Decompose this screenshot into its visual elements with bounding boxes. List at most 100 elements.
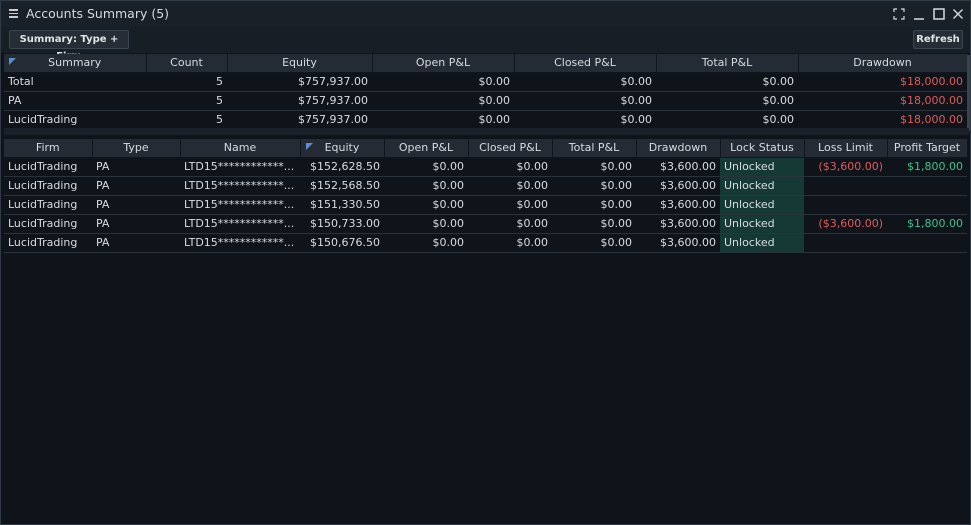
account-firm: LucidTrading bbox=[4, 233, 92, 253]
account-equity: $152,568.50 bbox=[300, 176, 384, 196]
summary-scrollbar[interactable] bbox=[967, 55, 970, 131]
summary-equity: $757,937.00 bbox=[227, 110, 372, 130]
summary-header-row: Summary Count Equity Open P&L Closed P&L… bbox=[4, 54, 968, 73]
account-lock-status: Unlocked bbox=[720, 214, 804, 234]
summary-count: 5 bbox=[146, 91, 227, 111]
account-drawdown: $3,600.00 bbox=[636, 176, 720, 196]
summary-drawdown: $18,000.00 bbox=[798, 91, 967, 111]
summary-name: PA bbox=[4, 91, 146, 111]
account-name: LTD15************... bbox=[180, 157, 300, 177]
account-total-pnl: $0.00 bbox=[552, 195, 636, 215]
close-icon[interactable] bbox=[950, 6, 966, 22]
toolbar: Summary: Type + Firm Refresh bbox=[1, 27, 970, 62]
account-drawdown: $3,600.00 bbox=[636, 157, 720, 177]
account-type: PA bbox=[92, 214, 180, 234]
account-lock-status: Unlocked bbox=[720, 233, 804, 253]
account-total-pnl: $0.00 bbox=[552, 214, 636, 234]
account-type: PA bbox=[92, 176, 180, 196]
accounts-col-closed-pnl[interactable]: Closed P&L bbox=[468, 139, 553, 158]
accounts-col-firm[interactable]: Firm bbox=[4, 139, 93, 158]
summary-name: Total bbox=[4, 72, 146, 92]
summary-col-closed-pnl[interactable]: Closed P&L bbox=[514, 54, 657, 73]
accounts-summary-window: Accounts Summary (5) Summary: Type + Fir… bbox=[0, 0, 971, 525]
account-row[interactable]: LucidTrading PA LTD15************... $150,7… bbox=[4, 214, 967, 234]
accounts-col-name[interactable]: Name bbox=[180, 139, 301, 158]
account-loss-limit bbox=[804, 195, 887, 215]
account-name: LTD15************... bbox=[180, 195, 300, 215]
account-total-pnl: $0.00 bbox=[552, 176, 636, 196]
summary-col-count[interactable]: Count bbox=[146, 54, 228, 73]
summary-table: Summary Count Equity Open P&L Closed P&L… bbox=[4, 54, 968, 130]
account-drawdown: $3,600.00 bbox=[636, 233, 720, 253]
summary-total-pnl: $0.00 bbox=[656, 110, 798, 130]
account-firm: LucidTrading bbox=[4, 176, 92, 196]
summary-row[interactable]: PA 5 $757,937.00 $0.00 $0.00 $0.00 $18,0… bbox=[4, 91, 967, 111]
sort-indicator-icon bbox=[9, 58, 16, 65]
summary-mode-button[interactable]: Summary: Type + Firm bbox=[9, 30, 129, 62]
account-firm: LucidTrading bbox=[4, 214, 92, 234]
accounts-col-equity[interactable]: Equity bbox=[300, 139, 385, 158]
minimize-icon[interactable] bbox=[911, 6, 927, 22]
account-closed-pnl: $0.00 bbox=[468, 214, 552, 234]
account-drawdown: $3,600.00 bbox=[636, 214, 720, 234]
account-row[interactable]: LucidTrading PA LTD15************... $150,6… bbox=[4, 233, 967, 253]
summary-count: 5 bbox=[146, 110, 227, 130]
account-name: LTD15************... bbox=[180, 214, 300, 234]
sort-indicator-icon bbox=[305, 143, 313, 150]
maximize-icon[interactable] bbox=[931, 6, 947, 22]
account-closed-pnl: $0.00 bbox=[468, 176, 552, 196]
account-profit-target bbox=[887, 233, 967, 253]
accounts-col-type[interactable]: Type bbox=[92, 139, 181, 158]
account-firm: LucidTrading bbox=[4, 157, 92, 177]
expand-corners-icon[interactable] bbox=[891, 6, 907, 22]
hamburger-icon[interactable] bbox=[9, 7, 21, 19]
accounts-col-drawdown[interactable]: Drawdown bbox=[636, 139, 721, 158]
account-row[interactable]: LucidTrading PA LTD15************... $152,6… bbox=[4, 157, 967, 177]
account-total-pnl: $0.00 bbox=[552, 157, 636, 177]
accounts-table: Firm Type Name Equity Open P&L Closed P&… bbox=[4, 139, 968, 253]
account-drawdown: $3,600.00 bbox=[636, 195, 720, 215]
summary-col-open-pnl[interactable]: Open P&L bbox=[372, 54, 515, 73]
summary-equity: $757,937.00 bbox=[227, 91, 372, 111]
summary-row[interactable]: Total 5 $757,937.00 $0.00 $0.00 $0.00 $1… bbox=[4, 72, 967, 92]
summary-col-equity[interactable]: Equity bbox=[227, 54, 373, 73]
summary-open-pnl: $0.00 bbox=[372, 91, 514, 111]
account-closed-pnl: $0.00 bbox=[468, 195, 552, 215]
summary-closed-pnl: $0.00 bbox=[514, 91, 656, 111]
account-lock-status: Unlocked bbox=[720, 195, 804, 215]
accounts-col-lock-status[interactable]: Lock Status bbox=[720, 139, 805, 158]
accounts-col-profit-target[interactable]: Profit Target bbox=[887, 139, 968, 158]
account-equity: $152,628.50 bbox=[300, 157, 384, 177]
summary-closed-pnl: $0.00 bbox=[514, 72, 656, 92]
account-loss-limit bbox=[804, 176, 887, 196]
account-equity: $150,733.00 bbox=[300, 214, 384, 234]
accounts-col-loss-limit[interactable]: Loss Limit bbox=[804, 139, 888, 158]
account-equity: $151,330.50 bbox=[300, 195, 384, 215]
summary-open-pnl: $0.00 bbox=[372, 72, 514, 92]
account-loss-limit bbox=[804, 233, 887, 253]
summary-equity: $757,937.00 bbox=[227, 72, 372, 92]
summary-col-drawdown[interactable]: Drawdown bbox=[798, 54, 968, 73]
account-name: LTD15************... bbox=[180, 233, 300, 253]
account-type: PA bbox=[92, 233, 180, 253]
account-loss-limit: ($3,600.00) bbox=[804, 214, 887, 234]
accounts-col-total-pnl[interactable]: Total P&L bbox=[552, 139, 637, 158]
account-row[interactable]: LucidTrading PA LTD15************... $152,5… bbox=[4, 176, 967, 196]
summary-name: LucidTrading bbox=[4, 110, 146, 130]
title-bar: Accounts Summary (5) bbox=[1, 1, 970, 27]
summary-col-summary[interactable]: Summary bbox=[4, 54, 147, 73]
refresh-button[interactable]: Refresh bbox=[913, 30, 963, 49]
account-open-pnl: $0.00 bbox=[384, 233, 468, 253]
account-open-pnl: $0.00 bbox=[384, 195, 468, 215]
accounts-col-open-pnl[interactable]: Open P&L bbox=[384, 139, 469, 158]
account-row[interactable]: LucidTrading PA LTD15************... $151,3… bbox=[4, 195, 967, 215]
summary-open-pnl: $0.00 bbox=[372, 110, 514, 130]
summary-row[interactable]: LucidTrading 5 $757,937.00 $0.00 $0.00 $… bbox=[4, 110, 967, 130]
summary-col-total-pnl[interactable]: Total P&L bbox=[656, 54, 799, 73]
splitter[interactable] bbox=[4, 128, 969, 135]
account-equity: $150,676.50 bbox=[300, 233, 384, 253]
summary-closed-pnl: $0.00 bbox=[514, 110, 656, 130]
account-type: PA bbox=[92, 157, 180, 177]
account-open-pnl: $0.00 bbox=[384, 157, 468, 177]
summary-count: 5 bbox=[146, 72, 227, 92]
